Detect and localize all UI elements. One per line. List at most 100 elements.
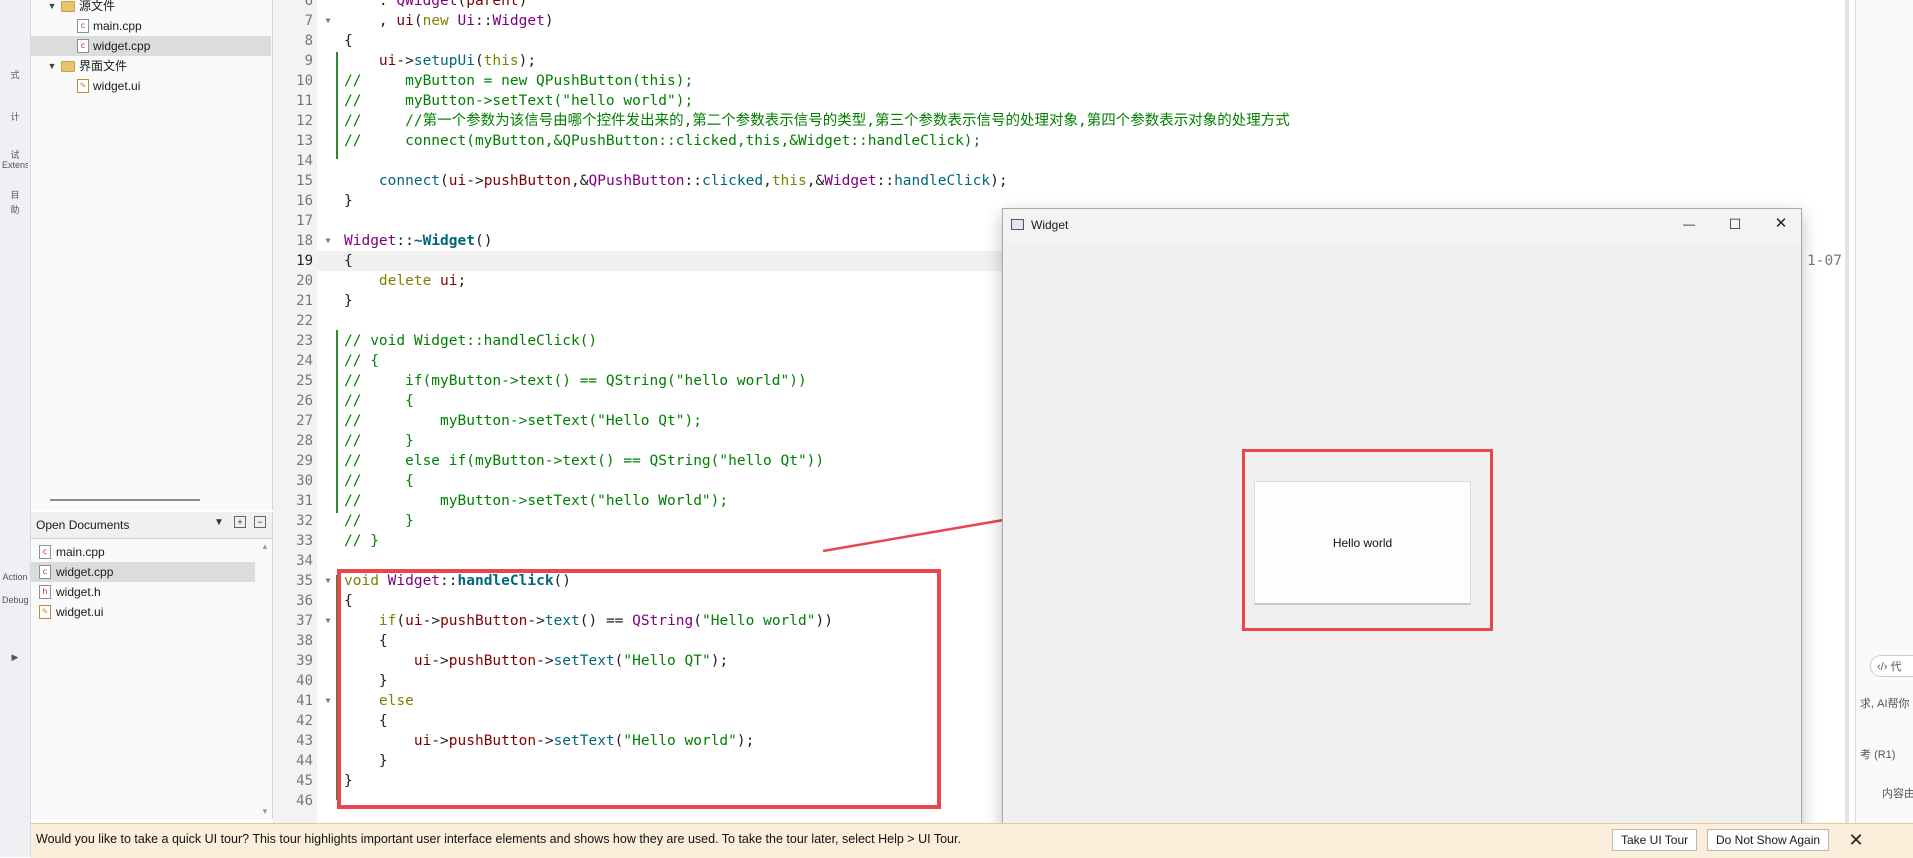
tree-item[interactable]: ▼ 界面文件 — [31, 56, 271, 76]
take-tour-button[interactable]: Take UI Tour — [1612, 829, 1698, 851]
header-file-icon: h — [39, 585, 51, 599]
tree-item[interactable]: c widget.cpp — [31, 36, 271, 56]
line-number: 28 — [296, 433, 313, 449]
run-icon[interactable]: ▶ — [2, 652, 28, 663]
code-line[interactable]: // } — [344, 531, 379, 551]
open-document-item[interactable]: ✎ widget.ui — [31, 602, 255, 622]
code-line[interactable]: ui->setupUi(this); — [344, 51, 536, 71]
line-number: 7 — [304, 13, 313, 29]
opendocs-scrollbar[interactable]: ▲ ▼ — [259, 540, 271, 818]
code-line[interactable]: } — [344, 191, 353, 211]
fold-toggle-icon[interactable]: ▼ — [323, 611, 333, 631]
app-window-icon — [1011, 219, 1024, 230]
editor-vertical-scrollbar[interactable] — [1845, 0, 1849, 823]
code-line[interactable]: { — [344, 251, 353, 271]
code-line[interactable]: // else if(myButton->text() == QString("… — [344, 451, 824, 471]
line-number: 24 — [296, 353, 313, 369]
edit-icon[interactable]: 式 — [2, 70, 28, 81]
modification-marker — [336, 52, 338, 159]
open-document-item[interactable]: c main.cpp — [31, 542, 255, 562]
line-number: 44 — [296, 753, 313, 769]
code-line[interactable]: // connect(myButton,&QPushButton::clicke… — [344, 131, 981, 151]
fold-toggle-icon[interactable]: ▼ — [323, 571, 333, 591]
annotation-box-code — [337, 569, 941, 809]
fold-toggle-icon[interactable]: ▼ — [323, 691, 333, 711]
model-label: 考 (R1) — [1860, 749, 1896, 761]
code-tab[interactable]: ‹/› 代 — [1870, 655, 1913, 677]
code-line[interactable]: connect(ui->pushButton,&QPushButton::cli… — [344, 171, 1008, 191]
line-number: 22 — [296, 313, 313, 329]
fold-toggle-icon[interactable]: ▼ — [323, 231, 333, 251]
code-line[interactable]: , ui(new Ui::Widget) — [344, 11, 554, 31]
line-number: 18 — [296, 233, 313, 249]
close-button[interactable]: ✕ — [1758, 209, 1804, 239]
code-line[interactable]: // { — [344, 391, 414, 411]
tree-item[interactable]: ▼ 源文件 — [31, 0, 271, 16]
fold-toggle-icon[interactable]: ▼ — [323, 11, 333, 31]
mode-label: Action — [2, 572, 28, 582]
design-icon[interactable]: 计 — [2, 112, 28, 123]
mode-label: 计 — [10, 112, 20, 122]
dropdown-icon[interactable]: ▼ — [214, 517, 224, 528]
close-tour-icon[interactable]: ✕ — [1845, 829, 1867, 851]
split-icon[interactable]: + — [234, 516, 246, 528]
open-documents-title[interactable]: Open Documents — [36, 518, 129, 532]
widget-window[interactable]: Widget — ☐ ✕ Hello world — [1002, 208, 1802, 839]
close-split-icon[interactable]: − — [254, 516, 266, 528]
open-documents-panel: Open Documents ▼ + − c main.cpp c widget.cp… — [31, 512, 273, 819]
mode-label: 目 — [10, 190, 20, 200]
code-line[interactable]: // myButton->setText("hello World"); — [344, 491, 728, 511]
ui-file-icon: ✎ — [77, 79, 89, 93]
tree-item[interactable]: ✎ widget.ui — [31, 76, 271, 96]
code-line[interactable]: : QWidget(parent) — [344, 0, 527, 11]
expand-arrow-icon[interactable]: ▼ — [47, 0, 57, 16]
hello-push-button[interactable]: Hello world — [1254, 481, 1471, 605]
code-line[interactable]: delete ui; — [344, 271, 466, 291]
line-number: 10 — [296, 73, 313, 89]
action-icon[interactable]: Action — [2, 572, 28, 583]
code-line[interactable]: // myButton = new QPushButton(this); — [344, 71, 693, 91]
line-number: 42 — [296, 713, 313, 729]
tree-item-label: widget.cpp — [93, 39, 151, 53]
line-number: 11 — [296, 93, 313, 109]
code-line[interactable]: // { — [344, 351, 379, 371]
disclaimer-text: 内容由 — [1882, 788, 1913, 800]
code-line[interactable]: // void Widget::handleClick() — [344, 331, 597, 351]
code-line[interactable]: Widget::~Widget() — [344, 231, 492, 251]
ui-tour-infobar: Would you like to take a quick UI tour? … — [31, 823, 1913, 858]
line-number: 37 — [296, 613, 313, 629]
open-document-label: widget.h — [56, 585, 101, 599]
help-icon[interactable]: 助 — [2, 205, 28, 216]
project-tree: ▼ 源文件 c main.cpp c widget.cpp ▼ 界面文件 ✎ widget.ui — [31, 0, 273, 510]
line-number: 46 — [296, 793, 313, 809]
maximize-button[interactable]: ☐ — [1712, 209, 1758, 239]
line-number: 45 — [296, 773, 313, 789]
tree-horizontal-scrollbar[interactable] — [50, 499, 200, 501]
open-document-item[interactable]: h widget.h — [31, 582, 255, 602]
line-number: 30 — [296, 473, 313, 489]
code-line[interactable]: // myButton->setText("Hello Qt"); — [344, 411, 702, 431]
code-line[interactable]: // } — [344, 431, 414, 451]
kit-icon[interactable]: Debug — [2, 595, 28, 606]
code-line[interactable]: // } — [344, 511, 414, 531]
minimize-button[interactable]: — — [1666, 209, 1712, 239]
mode-selector-bar: 式计试目 Extensions 助 Action Debug ▶ — [0, 0, 31, 857]
project-icon[interactable]: 目 — [2, 190, 28, 201]
code-line[interactable]: // //第一个参数为该信号由哪个控件发出来的,第二个参数表示信号的类型,第三个… — [344, 111, 1290, 131]
line-number: 23 — [296, 333, 313, 349]
do-not-show-button[interactable]: Do Not Show Again — [1707, 829, 1830, 851]
tree-item[interactable]: c main.cpp — [31, 16, 271, 36]
code-line[interactable]: // if(myButton->text() == QString("hello… — [344, 371, 807, 391]
line-number: 34 — [296, 553, 313, 569]
open-document-item[interactable]: c widget.cpp — [31, 562, 255, 582]
code-line[interactable]: { — [344, 31, 353, 51]
extensions-icon[interactable]: Extensions — [2, 160, 28, 171]
line-number: 17 — [296, 213, 313, 229]
code-line[interactable]: } — [344, 291, 353, 311]
code-line[interactable]: // myButton->setText("hello world"); — [344, 91, 693, 111]
window-titlebar[interactable]: Widget — ☐ ✕ — [1003, 209, 1801, 243]
assistant-hint: 求, AI帮你 — [1860, 698, 1910, 710]
cpp-file-icon: c — [39, 565, 51, 579]
expand-arrow-icon[interactable]: ▼ — [47, 56, 57, 76]
code-line[interactable]: // { — [344, 471, 414, 491]
